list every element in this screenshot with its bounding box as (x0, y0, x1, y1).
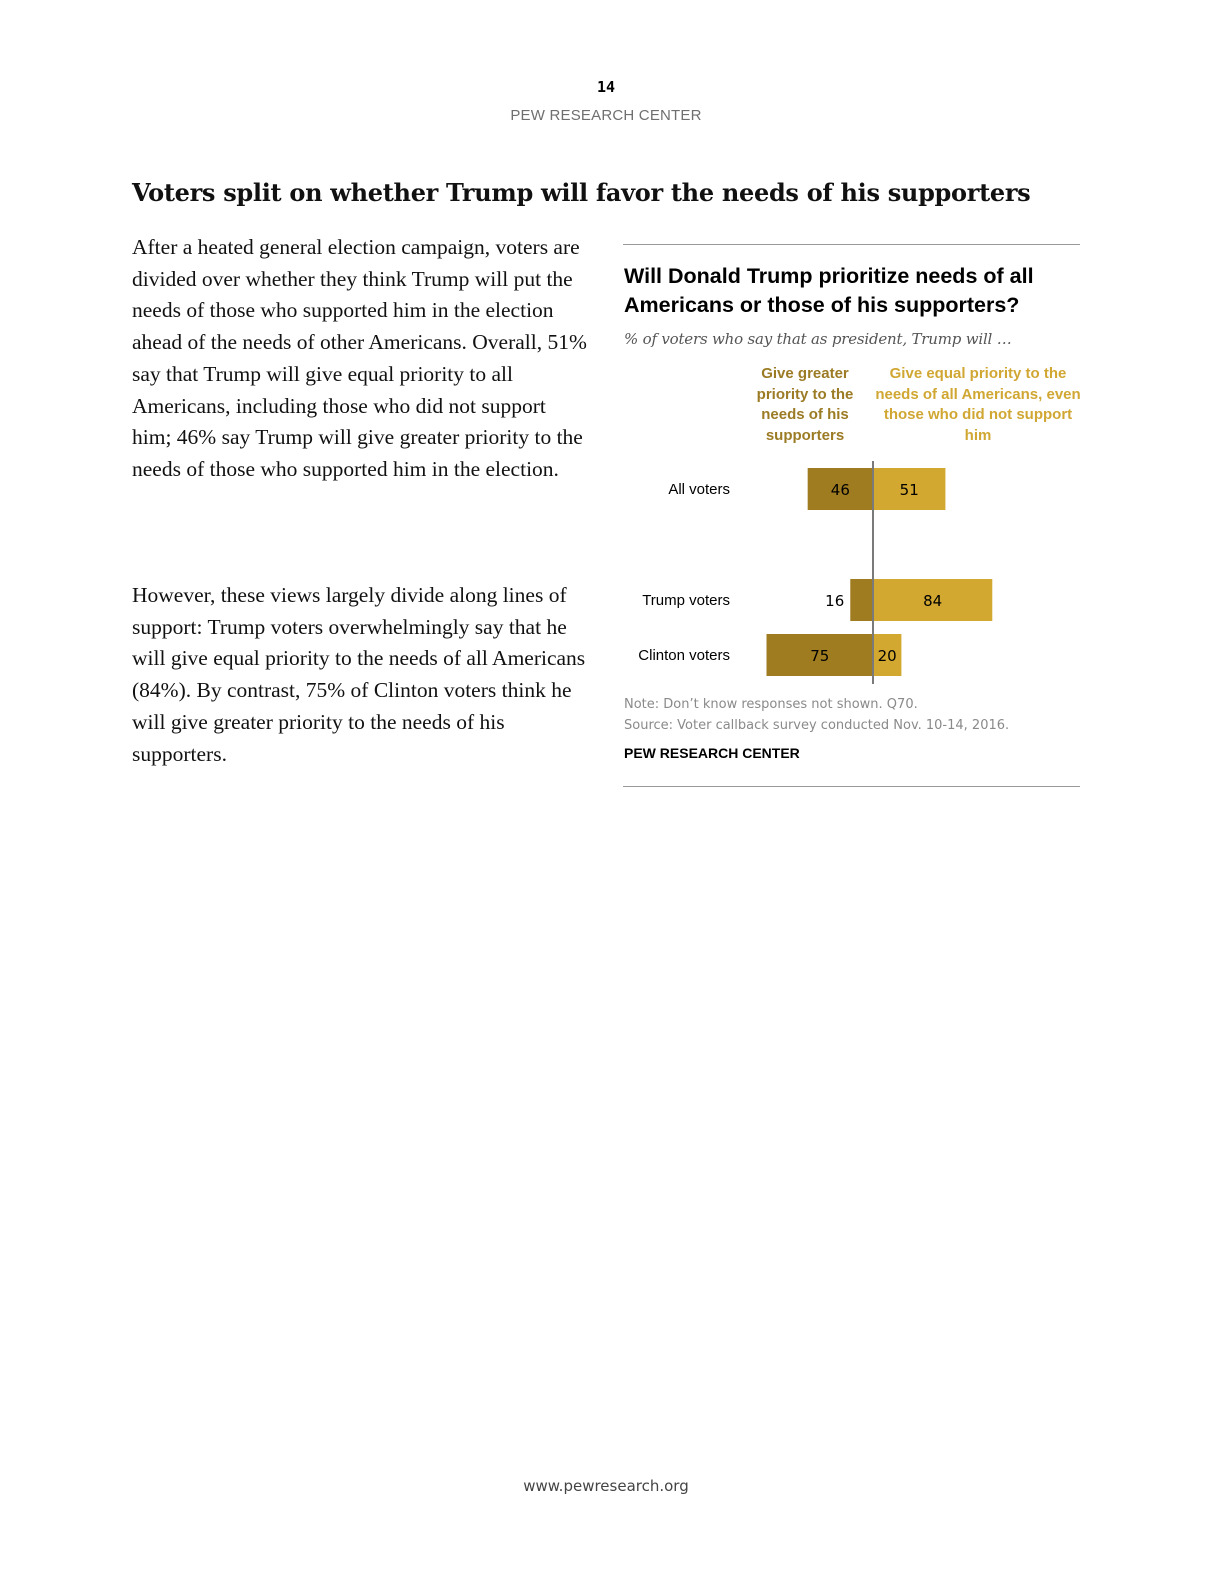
category-label: All voters (668, 481, 730, 498)
data-label-greater: 75 (810, 647, 829, 665)
data-label-equal: 51 (900, 481, 919, 499)
headline: Voters split on whether Trump will favor… (132, 178, 1031, 207)
diverging-bar-chart: All voters 46 51 Trump voters 16 84 Clinton vo… (638, 461, 993, 684)
org-header: PEW RESEARCH CENTER (510, 107, 702, 124)
chart-org-label: PEW RESEARCH CENTER (624, 745, 800, 761)
category-label: Clinton voters (638, 647, 730, 664)
data-label-equal: 20 (878, 647, 897, 665)
category-label: Trump voters (642, 592, 730, 609)
chart-note: Note: Don’t know responses not shown. Q7… (624, 697, 918, 712)
chart-panel: Will Donald Trump prioritize needs of al… (623, 244, 1081, 787)
legend-greater-priority: Give greater priority to the needs of hi… (756, 365, 854, 444)
body-paragraph: However, these views largely divide alon… (132, 583, 586, 766)
bar-greater-priority (850, 579, 873, 621)
chart-source: Source: Voter callback survey conducted … (624, 718, 1010, 733)
data-label-equal: 84 (923, 592, 942, 610)
body-paragraph: After a heated general election campaign… (132, 235, 587, 481)
data-label-greater: 16 (825, 592, 844, 610)
page-number: 14 (596, 78, 616, 96)
chart-top-rule (623, 244, 1080, 245)
legend-equal-priority: Give equal priority to the needs of all … (875, 365, 1081, 444)
footer-url: www.pewresearch.org (523, 1477, 689, 1495)
chart-title: Will Donald Trump prioritize needs of al… (624, 264, 1034, 317)
chart-subtitle: % of voters who say that as president, T… (624, 330, 1012, 348)
data-label-greater: 46 (831, 481, 850, 499)
chart-bottom-rule (623, 786, 1080, 787)
